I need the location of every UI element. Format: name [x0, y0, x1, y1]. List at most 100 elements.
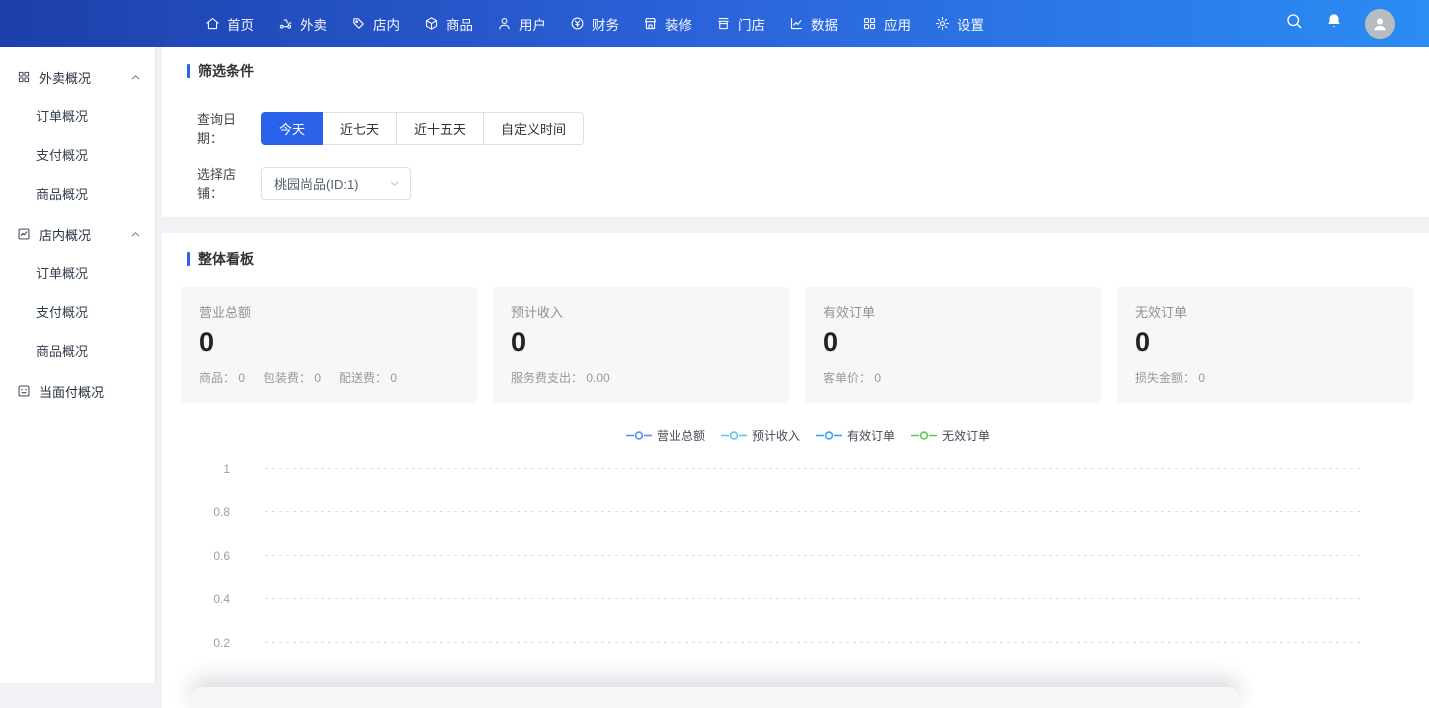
dashboard-panel: 整体看板 营业总额0商品： 0包装费： 0配送费： 0预计收入0服务费支出： 0… [162, 233, 1429, 708]
stat-card-details: 商品： 0包装费： 0配送费： 0 [199, 369, 459, 386]
sidebar-group-label: 店内概况 [39, 225, 91, 244]
data-icon [789, 16, 804, 31]
filter-panel: 筛选条件 查询日期： 今天近七天近十五天自定义时间 选择店铺： 桃园尚品(ID:… [162, 47, 1429, 217]
nav-item-4[interactable]: 商品 [424, 14, 473, 34]
date-option-button[interactable]: 近十五天 [397, 112, 484, 145]
nav-item-1[interactable]: 首页 [205, 14, 254, 34]
nav-item-label: 财务 [592, 14, 619, 34]
date-option-button[interactable]: 今天 [261, 112, 323, 145]
board-section-title: 整体看板 [187, 249, 1429, 269]
decorate-icon [643, 16, 658, 31]
date-filter-row: 查询日期： 今天近七天近十五天自定义时间 [187, 109, 1429, 147]
title-accent-bar [187, 64, 190, 78]
sidebar-item[interactable]: 订单概况 [0, 254, 155, 293]
finance-icon [570, 16, 585, 31]
sidebar-group-3[interactable]: 当面付概况 [0, 371, 155, 411]
nav-item-5[interactable]: 用户 [497, 14, 546, 34]
goods-icon [424, 16, 439, 31]
y-axis-tick-label: 1 [190, 462, 230, 476]
y-axis-tick-label: 0.8 [190, 505, 230, 519]
nav-item-9[interactable]: 数据 [789, 14, 838, 34]
avatar[interactable] [1365, 9, 1395, 39]
stat-detail-item: 商品： 0 [199, 369, 245, 386]
main-nav: 首页 外卖 店内 商品 用户 财务 装修 门店 数据 应用 设置 [205, 14, 984, 34]
gridline [265, 598, 1362, 599]
grid-icon [17, 70, 31, 84]
nav-item-7[interactable]: 装修 [643, 14, 692, 34]
gridline [265, 511, 1362, 512]
date-range-button-group: 今天近七天近十五天自定义时间 [261, 112, 584, 145]
nav-item-2[interactable]: 外卖 [278, 14, 327, 34]
stat-card-value: 0 [511, 326, 771, 358]
nav-item-label: 商品 [446, 14, 473, 34]
chevron-down-icon [389, 178, 400, 189]
stat-detail-item: 服务费支出： 0.00 [511, 369, 610, 386]
date-option-button[interactable]: 自定义时间 [484, 112, 584, 145]
sidebar-item[interactable]: 订单概况 [0, 97, 155, 136]
nav-item-11[interactable]: 设置 [935, 14, 984, 34]
filter-section-title: 筛选条件 [187, 61, 1429, 81]
sidebar-item[interactable]: 商品概况 [0, 175, 155, 214]
settings-icon [935, 16, 950, 31]
gridline [265, 468, 1362, 469]
legend-line-marker [911, 429, 937, 443]
stat-detail-item: 客单价： 0 [823, 369, 881, 386]
gridline [265, 642, 1362, 643]
chart-gridline-row: 0.8 [187, 511, 1429, 512]
date-option-button[interactable]: 近七天 [323, 112, 397, 145]
nav-item-label: 应用 [884, 14, 911, 34]
stat-detail-item: 损失金额： 0 [1135, 369, 1205, 386]
legend-label: 预计收入 [752, 427, 800, 444]
nav-item-6[interactable]: 财务 [570, 14, 619, 34]
apps-icon [862, 16, 877, 31]
legend-item[interactable]: 预计收入 [721, 427, 800, 444]
nav-item-label: 外卖 [300, 14, 327, 34]
gridline [265, 555, 1362, 556]
board-title: 整体看板 [198, 249, 254, 269]
stat-cards: 营业总额0商品： 0包装费： 0配送费： 0预计收入0服务费支出： 0.00有效… [181, 287, 1413, 403]
search-icon[interactable] [1285, 12, 1303, 35]
sidebar-group-2[interactable]: 店内概况 [0, 214, 155, 254]
legend-item[interactable]: 营业总额 [626, 427, 705, 444]
facepay-icon [17, 384, 31, 398]
home-icon [205, 16, 220, 31]
legend-item[interactable]: 无效订单 [911, 427, 990, 444]
sidebar-item[interactable]: 支付概况 [0, 293, 155, 332]
nav-item-label: 店内 [373, 14, 400, 34]
chart-gridline-row: 0.6 [187, 555, 1429, 556]
trend-icon [17, 227, 31, 241]
legend-label: 营业总额 [657, 427, 705, 444]
store-select[interactable]: 桃园尚品(ID:1) [261, 167, 411, 200]
stat-card-details: 服务费支出： 0.00 [511, 369, 771, 386]
stat-card: 预计收入 0 服务费支出： 0.00 [493, 287, 789, 403]
takeout-icon [278, 16, 293, 31]
sidebar: 外卖概况订单概况支付概况商品概况店内概况订单概况支付概况商品概况当面付概况 [0, 47, 156, 683]
store-filter-label: 选择店铺： [197, 164, 261, 202]
top-navbar: 首页 外卖 店内 商品 用户 财务 装修 门店 数据 应用 设置 [0, 0, 1429, 47]
nav-item-label: 设置 [957, 14, 984, 34]
sidebar-item[interactable]: 支付概况 [0, 136, 155, 175]
nav-item-label: 装修 [665, 14, 692, 34]
instore-icon [351, 16, 366, 31]
chart-legend: 营业总额 预计收入有效订单 无效订单 [187, 427, 1429, 444]
legend-label: 无效订单 [942, 427, 990, 444]
nav-right-tools [1285, 9, 1395, 39]
sidebar-group-1[interactable]: 外卖概况 [0, 57, 155, 97]
stat-detail-item: 包装费： 0 [263, 369, 321, 386]
sidebar-group-label: 当面付概况 [39, 382, 104, 401]
user-icon [497, 16, 512, 31]
store-select-value: 桃园尚品(ID:1) [274, 174, 359, 193]
legend-item[interactable]: 有效订单 [816, 427, 895, 444]
nav-item-8[interactable]: 门店 [716, 14, 765, 34]
stat-card-title: 营业总额 [199, 302, 459, 321]
stat-card-value: 0 [199, 326, 459, 358]
store-filter-row: 选择店铺： 桃园尚品(ID:1) [187, 164, 1429, 202]
nav-item-10[interactable]: 应用 [862, 14, 911, 34]
sidebar-item[interactable]: 商品概况 [0, 332, 155, 371]
nav-item-label: 首页 [227, 14, 254, 34]
notification-bell-icon[interactable] [1325, 12, 1343, 35]
stat-card-title: 预计收入 [511, 302, 771, 321]
store-icon [716, 16, 731, 31]
nav-item-3[interactable]: 店内 [351, 14, 400, 34]
chart-gridline-row: 0.2 [187, 642, 1429, 643]
